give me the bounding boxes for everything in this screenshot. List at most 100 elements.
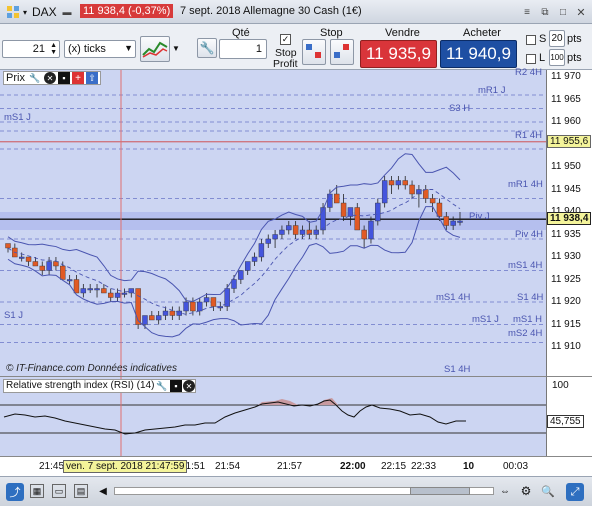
candle-body <box>108 292 114 298</box>
candle-body <box>80 288 87 294</box>
level-label: S1 J <box>4 309 24 321</box>
wrench-icon[interactable]: 🔧 <box>156 380 168 392</box>
close-icon[interactable]: ✕ <box>44 72 56 84</box>
qty-input[interactable]: 1 <box>219 39 267 59</box>
candle-body <box>101 288 107 294</box>
minimize-icon[interactable]: ▬ <box>60 5 74 19</box>
zoom-out-icon[interactable]: 🔍 <box>540 483 556 499</box>
price-chart-svg <box>0 70 546 376</box>
buy-price: 11 940,9 <box>446 44 511 63</box>
chevron-down-icon: ▼ <box>124 43 133 53</box>
fullscreen-icon[interactable]: ⤢ <box>566 483 584 501</box>
scrollbar-thumb[interactable] <box>410 487 470 495</box>
price-chart[interactable]: Prix 🔧 ✕ ▪ + ⇧ © IT-Finance.com Données … <box>0 67 547 376</box>
level-label: Piv 4H <box>515 228 543 240</box>
time-axis[interactable]: 21:45 21:51 21:54 21:57 22:00 22:15 22:3… <box>0 456 592 476</box>
candle-body <box>292 225 299 235</box>
current-price-tag: 11 938,4 <box>547 212 592 226</box>
s-checkbox[interactable] <box>526 35 536 45</box>
candle-body <box>354 207 360 231</box>
settings-button[interactable]: 🔧 <box>197 38 217 58</box>
remove-icon[interactable]: ▪ <box>170 380 182 392</box>
candle-body <box>361 229 367 240</box>
price-tick-label: 11 925 <box>551 273 581 285</box>
move-up-icon[interactable]: ⇧ <box>86 72 98 84</box>
candle-body <box>162 310 169 316</box>
l-value-input[interactable]: 100 <box>549 49 565 66</box>
stop-profit-checkbox[interactable]: ✓ <box>280 34 291 45</box>
interval-unit: (x) ticks <box>68 43 106 55</box>
grid-icon[interactable]: ▤ <box>74 484 88 498</box>
layout-icon[interactable]: ▦ <box>30 484 44 498</box>
add-icon[interactable]: + <box>72 72 84 84</box>
candle-body <box>32 261 39 267</box>
price-tick-label: 11 965 <box>551 93 581 105</box>
wrench-icon: 🔧 <box>199 41 215 55</box>
popout-icon[interactable]: ⧉ <box>538 5 552 19</box>
candle-body <box>46 261 52 271</box>
stepper-icon[interactable]: ▲ ▼ <box>50 42 57 56</box>
buy-button[interactable]: 11 940,9 <box>440 40 517 68</box>
candle-body <box>423 189 429 199</box>
candle-body <box>251 256 258 262</box>
rsi-panel[interactable]: Relative strength index (RSI) (14) 🔧 ▪ ✕ <box>0 376 547 457</box>
candle-body <box>457 220 463 223</box>
interval-unit-select[interactable]: (x) ticks ▼ <box>64 40 136 58</box>
maximize-icon[interactable]: □ <box>556 5 570 19</box>
l-unit: pts <box>567 52 582 64</box>
level-label: S1 4H <box>444 363 471 375</box>
candle-body <box>94 288 100 291</box>
candle-body <box>169 310 176 316</box>
close-icon[interactable]: ✕ <box>574 5 588 19</box>
interval-value-field[interactable]: 21 ▲ ▼ <box>2 40 60 58</box>
candle-body <box>258 243 265 258</box>
menu-icon[interactable]: ≡ <box>520 5 534 19</box>
candle-body <box>203 297 210 303</box>
grid-icon[interactable] <box>6 5 20 19</box>
r1-price-tag: 11 955,6 <box>547 134 592 148</box>
share-icon[interactable]: ⤴ <box>6 483 24 501</box>
level-label: mR1 4H <box>508 179 543 190</box>
fit-icon[interactable]: ⇔ <box>498 484 512 498</box>
price-axis[interactable]: 11 97011 96511 96011 95011 94511 94011 9… <box>547 70 592 376</box>
sell-label: Vendre <box>385 27 420 39</box>
candle-body <box>197 301 203 312</box>
stop-profit-label-2: Profit <box>273 58 298 70</box>
candle-body <box>375 202 381 222</box>
window-icon[interactable]: ▭ <box>52 484 66 498</box>
candle-body <box>142 315 148 325</box>
toolbar: 21 ▲ ▼ (x) ticks ▼ ▼ 🔧 Qté 1 ✓ Stop Profi… <box>0 24 592 70</box>
level-label: S3 H <box>449 102 471 114</box>
dropdown-arrow-icon[interactable]: ▾ <box>20 6 30 18</box>
close-icon[interactable]: ✕ <box>183 380 195 392</box>
l-checkbox[interactable] <box>526 54 536 64</box>
stop-order-button[interactable] <box>302 39 326 65</box>
candle-body <box>60 265 66 280</box>
chart-type-button[interactable] <box>140 36 170 62</box>
candle-body <box>265 238 271 244</box>
wrench-icon[interactable]: 🔧 <box>29 72 41 84</box>
time-label: 00:03 <box>503 461 529 472</box>
stop-order-button-2[interactable] <box>330 39 354 65</box>
instrument-name: DAX <box>32 5 57 19</box>
s-value-input[interactable]: 20 <box>549 30 565 47</box>
cursor-time-label: ven. 7 sept. 2018 21:47:59 <box>63 460 188 473</box>
candle-body <box>299 229 306 235</box>
s-label: S <box>539 33 547 45</box>
time-label: 22:33 <box>411 461 437 472</box>
candle-body <box>272 234 278 240</box>
sell-button[interactable]: 11 935,9 <box>360 40 437 68</box>
level-label: mS1 4H <box>508 260 543 271</box>
stop-order-icon-2 <box>334 44 349 58</box>
candle-body <box>368 220 374 240</box>
chart-type-dropdown-icon[interactable]: ▼ <box>171 42 181 54</box>
candle-body <box>327 193 333 208</box>
remove-icon[interactable]: ▪ <box>58 72 70 84</box>
settings-icon[interactable]: ⚙ <box>518 483 534 499</box>
window-title: 7 sept. 2018 Allemagne 30 Cash (1€) <box>180 5 362 17</box>
candle-body <box>73 279 80 294</box>
scroll-left-icon[interactable]: ◀ <box>96 484 110 498</box>
price-tick-label: 11 910 <box>551 341 581 352</box>
level-label: mS1 J <box>4 111 31 123</box>
interval-value: 21 <box>32 43 45 55</box>
